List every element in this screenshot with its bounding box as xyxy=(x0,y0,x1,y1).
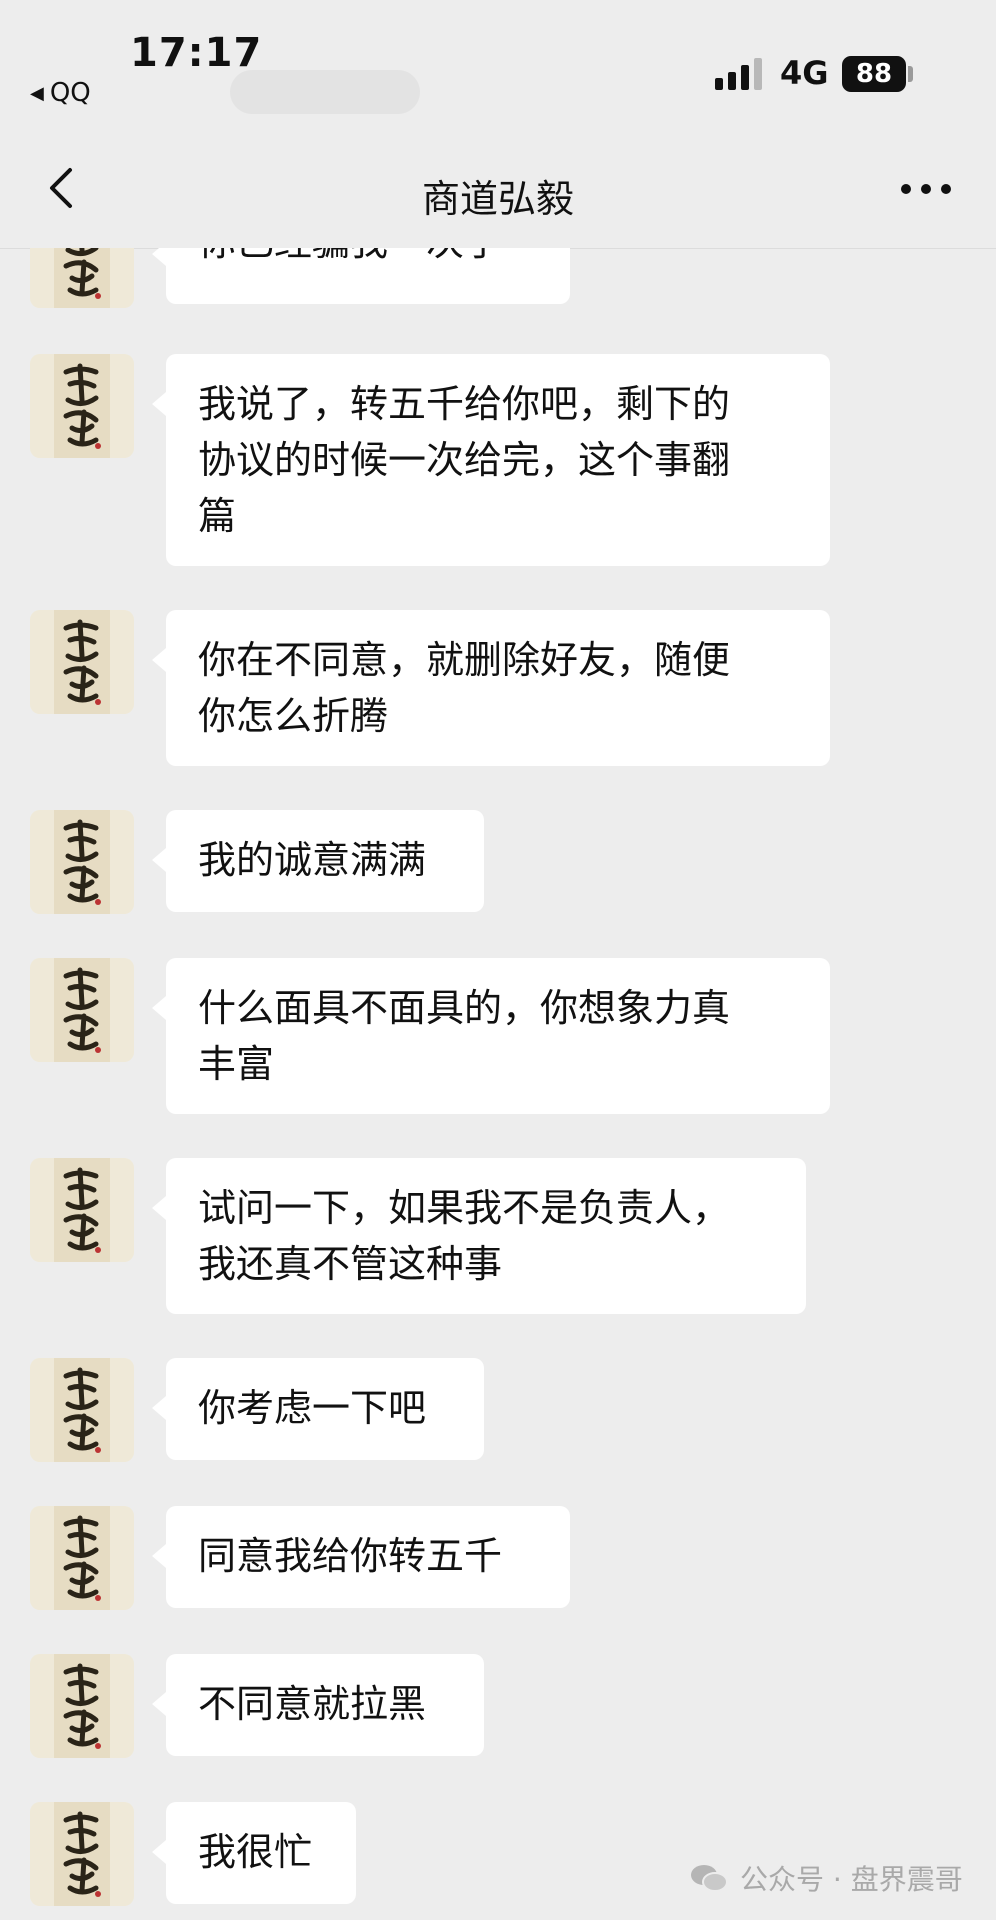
message-list[interactable]: 你已经骗我一次了 我说了，转五千给你吧，剩下的 协议的时候一次给完，这个事翻 篇… xyxy=(0,248,996,1920)
watermark-text: 公众号 · 盘界震哥 xyxy=(740,1863,963,1896)
message-bubble[interactable]: 你考虑一下吧 xyxy=(152,1358,484,1460)
avatar[interactable] xyxy=(30,610,134,714)
network-label: 4G xyxy=(780,54,829,92)
chat-title: 商道弘毅 xyxy=(421,177,574,221)
message-bubble[interactable]: 我的诚意满满 xyxy=(152,810,484,912)
message-bubble[interactable]: 试问一下，如果我不是负责人， 我还真不管这种事 xyxy=(152,1158,806,1314)
message-bubble[interactable]: 我很忙 xyxy=(152,1802,356,1904)
back-triangle-icon: ◀ xyxy=(30,82,44,104)
avatar[interactable] xyxy=(30,1802,134,1906)
battery-cap xyxy=(908,66,913,82)
message-bubble[interactable]: 什么面具不面具的，你想象力真 丰富 xyxy=(152,958,830,1114)
avatar[interactable] xyxy=(30,1654,134,1758)
blurred-area xyxy=(230,70,420,114)
avatar[interactable] xyxy=(30,1358,134,1462)
avatar[interactable] xyxy=(30,1158,134,1262)
message-bubble[interactable]: 你在不同意，就删除好友，随便 你怎么折腾 xyxy=(152,610,830,766)
wechat-logo-icon xyxy=(691,1865,728,1892)
signal-bars-icon xyxy=(715,58,762,90)
message-bubble[interactable]: 我说了，转五千给你吧，剩下的 协议的时候一次给完，这个事翻 篇 xyxy=(152,354,830,566)
back-to-app-link[interactable]: ◀ QQ xyxy=(30,78,91,108)
status-time: 17:17 xyxy=(130,30,263,76)
avatar[interactable] xyxy=(30,354,134,458)
back-app-label: QQ xyxy=(49,78,91,108)
message-bubble[interactable]: 同意我给你转五千 xyxy=(152,1506,570,1608)
status-bar: 17:17 ◀ QQ 4G 88 xyxy=(0,0,996,130)
avatar[interactable] xyxy=(30,810,134,914)
avatar[interactable] xyxy=(30,1506,134,1610)
avatar[interactable] xyxy=(30,958,134,1062)
message-bubble[interactable]: 不同意就拉黑 xyxy=(152,1654,484,1756)
battery-icon: 88 xyxy=(842,56,906,92)
chat-header: 商道弘毅 xyxy=(0,130,996,249)
avatar[interactable] xyxy=(30,248,134,308)
message-bubble[interactable]: 你已经骗我一次了 xyxy=(152,248,570,304)
more-options-icon[interactable] xyxy=(896,174,956,204)
watermark: 公众号 · 盘界震哥 xyxy=(690,1858,963,1898)
